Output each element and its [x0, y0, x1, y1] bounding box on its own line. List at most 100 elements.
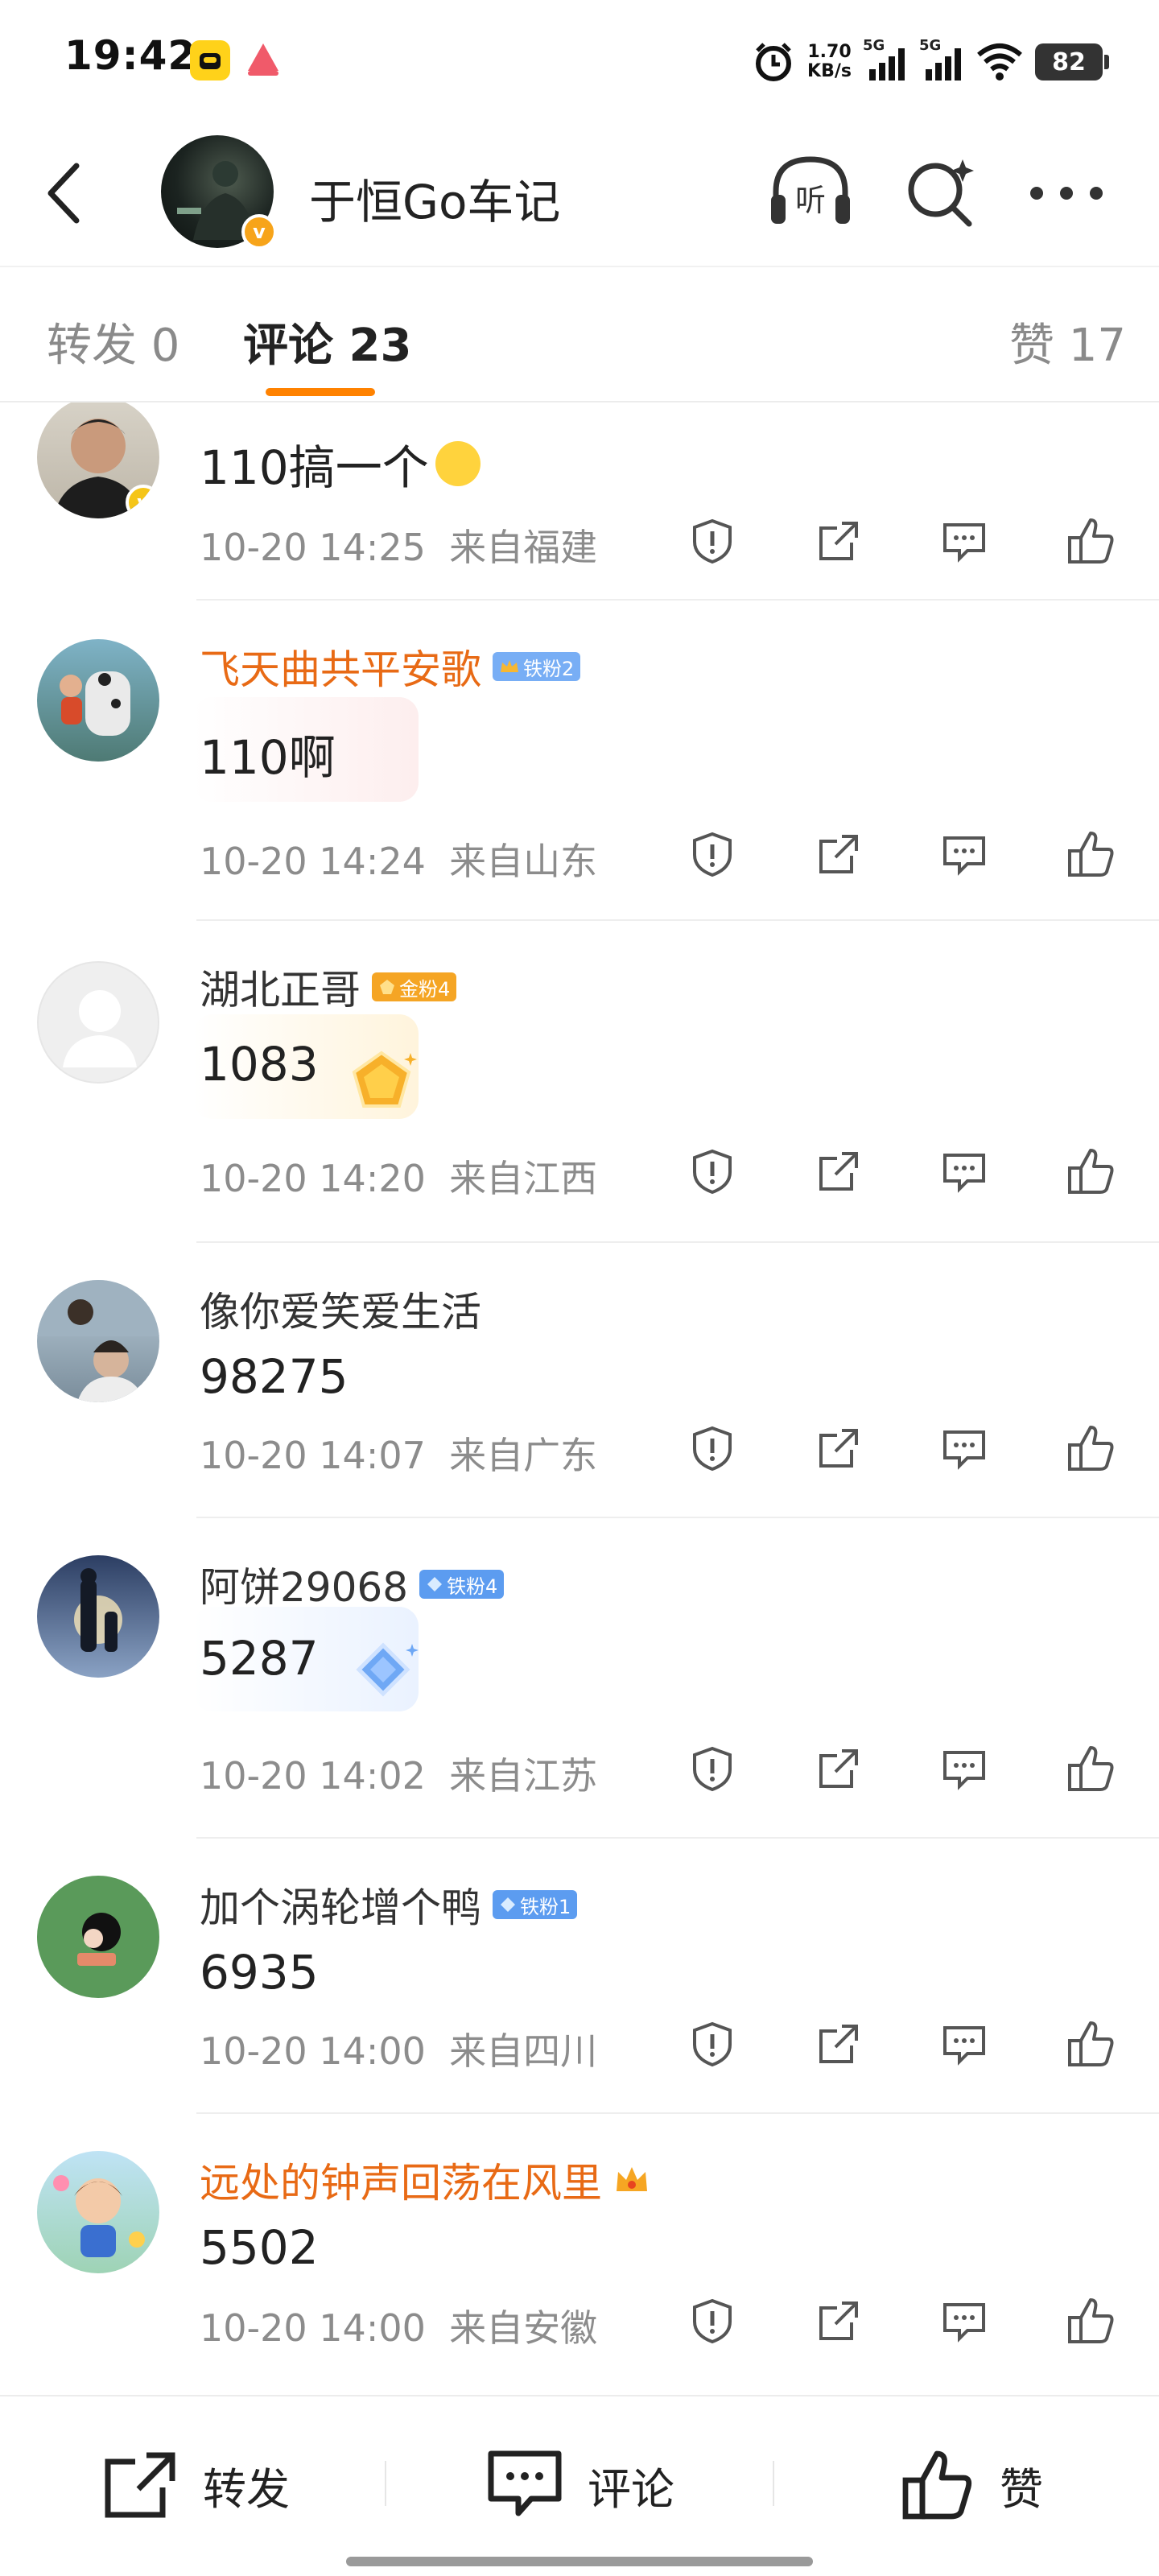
dot [1030, 187, 1043, 200]
report-button[interactable] [684, 513, 740, 569]
report-button[interactable] [684, 1740, 740, 1797]
comment-meta: 10-20 14:25 来自福建 [200, 518, 597, 572]
avatar-image [77, 1913, 121, 1966]
verified-icon: v [126, 485, 159, 518]
like-button[interactable] [1062, 1143, 1119, 1199]
share-icon [819, 835, 858, 873]
tab-comments[interactable]: 评论 23 [243, 309, 411, 374]
fan-badge: 铁粉4 [419, 1570, 505, 1599]
commenter-name[interactable]: 像你爱笑爱生活 [200, 1280, 481, 1338]
tab-reposts[interactable]: 转发 0 [47, 309, 179, 374]
share-button[interactable] [810, 826, 867, 882]
share-button[interactable] [810, 1143, 867, 1199]
share-icon [819, 1429, 858, 1468]
home-indicator[interactable] [346, 2557, 813, 2566]
commenter-name[interactable]: 阿饼29068 铁粉4 [200, 1555, 505, 1613]
thinking-emoji-icon [435, 441, 481, 486]
commenter-name[interactable]: 飞天曲共平安歌 铁粉2 [200, 638, 581, 696]
share-button[interactable] [810, 2293, 867, 2349]
more-button[interactable] [1022, 161, 1111, 225]
comment-button[interactable]: 评论 [486, 2445, 674, 2525]
sim2-label: 5G [919, 37, 942, 54]
comment-item: v 110搞一个 10-20 14:25 来自福建 [0, 402, 1159, 601]
like-post-button[interactable]: 赞 [898, 2445, 1043, 2525]
page-title: 于恒Go车记 [309, 175, 561, 229]
comment-text: 6935 [200, 1945, 319, 2000]
comment-item: 像你爱笑爱生活 98275 10-20 14:07 来自广东 [0, 1243, 1159, 1518]
wifi-icon [977, 43, 1022, 80]
reply-button[interactable] [936, 2293, 992, 2349]
comment-time: 10-20 14:25 [200, 526, 426, 569]
username-text: 湖北正哥 [200, 967, 361, 1013]
bottom-action-bar: 转发 评论 赞 [0, 2395, 1159, 2576]
comment-text: 98275 [200, 1349, 349, 1404]
reply-button[interactable] [936, 513, 992, 569]
fan-badge: 金粉4 [372, 972, 457, 1001]
commenter-avatar[interactable] [37, 961, 159, 1084]
username-text: 远处的钟声回荡在风里 [200, 2160, 602, 2207]
comment-icon [943, 1154, 986, 1193]
like-button[interactable] [1062, 1740, 1119, 1797]
fan-badge: 铁粉1 [493, 1890, 578, 1919]
commenter-name[interactable]: 加个涡轮增个鸭 铁粉1 [200, 1876, 578, 1934]
report-icon [693, 1746, 732, 1792]
signal-sim1: 5G [863, 37, 908, 82]
status-indicators: 1.70 KB/s 5G 5G 82 [751, 34, 1109, 90]
commenter-avatar[interactable] [37, 639, 159, 762]
report-button[interactable] [684, 2016, 740, 2072]
comment-actions [684, 1143, 1119, 1199]
comment-item: 阿饼29068 铁粉4 5287 10-20 14:02 来自江苏 [0, 1518, 1159, 1839]
like-button[interactable] [1062, 513, 1119, 569]
comment-content: 98275 [200, 1349, 349, 1404]
report-button[interactable] [684, 1420, 740, 1476]
listen-button[interactable]: 听 [766, 153, 855, 230]
reply-button[interactable] [936, 826, 992, 882]
repost-button[interactable]: 转发 [101, 2445, 290, 2525]
like-button[interactable] [1062, 2016, 1119, 2072]
reply-button[interactable] [936, 1740, 992, 1797]
like-button[interactable] [1062, 2293, 1119, 2349]
comment-meta: 10-20 14:02 来自江苏 [200, 1747, 597, 1800]
comment-actions [684, 826, 1119, 882]
diamond-icon [427, 1577, 443, 1591]
tab-likes[interactable]: 赞 17 [1009, 309, 1126, 374]
share-button[interactable] [810, 513, 867, 569]
thumbs-up-icon [902, 2450, 972, 2520]
reply-button[interactable] [936, 1143, 992, 1199]
thumbs-up-icon [1067, 2021, 1114, 2066]
share-button[interactable] [810, 2016, 867, 2072]
search-button[interactable] [901, 153, 979, 230]
report-button[interactable] [684, 2293, 740, 2349]
comment-text: 5287 [200, 1631, 319, 1686]
report-button[interactable] [684, 826, 740, 882]
comment-location: 来自福建 [449, 526, 598, 569]
username-text: 阿饼29068 [200, 1564, 409, 1611]
comment-location: 来自广东 [449, 1434, 598, 1477]
reply-button[interactable] [936, 1420, 992, 1476]
comment-list[interactable]: v 110搞一个 10-20 14:25 来自福建 飞天曲共平安歌 铁粉2 11… [0, 402, 1159, 2391]
commenter-avatar[interactable] [37, 1876, 159, 1998]
reply-button[interactable] [936, 2016, 992, 2072]
commenter-avatar[interactable] [37, 1555, 159, 1678]
report-button[interactable] [684, 1143, 740, 1199]
like-button[interactable] [1062, 1420, 1119, 1476]
author-avatar[interactable]: v [161, 135, 277, 250]
alarm-icon [756, 43, 792, 81]
comment-content: 1083 [200, 1037, 319, 1092]
share-button[interactable] [810, 1420, 867, 1476]
comment-meta: 10-20 14:07 来自广东 [200, 1426, 597, 1480]
default-avatar-icon [63, 990, 137, 1067]
thumbs-up-icon [1067, 518, 1114, 564]
thumbs-up-icon [1067, 1149, 1114, 1194]
comment-icon [943, 2026, 986, 2066]
commenter-avatar[interactable] [37, 2151, 159, 2273]
commenter-avatar[interactable] [37, 1280, 159, 1402]
back-button[interactable] [32, 155, 97, 232]
like-button[interactable] [1062, 826, 1119, 882]
commenter-name[interactable]: 湖北正哥 金粉4 [200, 958, 457, 1016]
share-icon [819, 522, 858, 560]
share-button[interactable] [810, 1740, 867, 1797]
commenter-avatar[interactable]: v [37, 402, 159, 518]
comment-icon [943, 836, 986, 876]
commenter-name[interactable]: 远处的钟声回荡在风里 [200, 2151, 650, 2209]
